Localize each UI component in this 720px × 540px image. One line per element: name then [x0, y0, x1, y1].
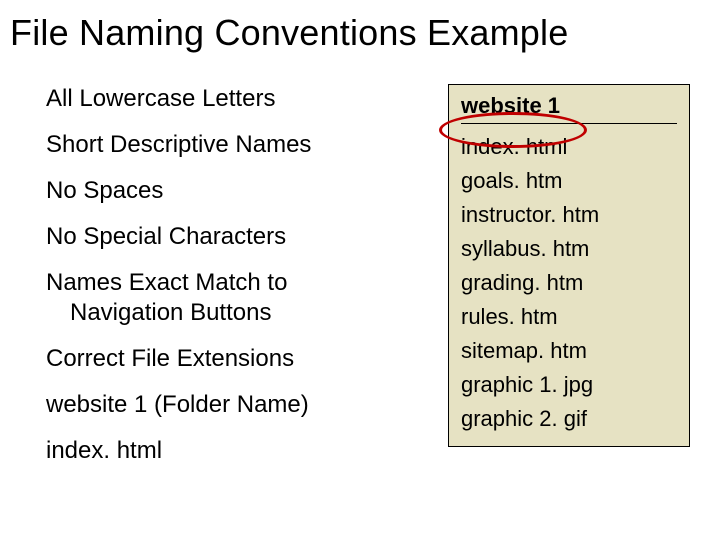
- file-item: graphic 1. jpg: [461, 368, 677, 402]
- file-item: instructor. htm: [461, 198, 677, 232]
- file-item: grading. htm: [461, 266, 677, 300]
- rule-item: Names Exact Match to Navigation Buttons: [46, 268, 448, 328]
- rule-line: Names Exact Match to: [46, 269, 287, 296]
- rules-list: All Lowercase Letters Short Descriptive …: [46, 84, 448, 482]
- rule-item: No Spaces: [46, 176, 448, 206]
- rule-line: Navigation Buttons: [46, 298, 448, 328]
- file-listing-box: website 1 index. html goals. htm instruc…: [448, 84, 690, 447]
- folder-header: website 1: [461, 93, 677, 124]
- file-item: sitemap. htm: [461, 334, 677, 368]
- file-item: goals. htm: [461, 164, 677, 198]
- rule-item: No Special Characters: [46, 222, 448, 252]
- rule-item: website 1 (Folder Name): [46, 390, 448, 420]
- filebox-wrapper: website 1 index. html goals. htm instruc…: [448, 84, 690, 482]
- slide-title: File Naming Conventions Example: [0, 0, 720, 54]
- rule-item: Correct File Extensions: [46, 344, 448, 374]
- file-item: rules. htm: [461, 300, 677, 334]
- file-item: syllabus. htm: [461, 232, 677, 266]
- rule-item: Short Descriptive Names: [46, 130, 448, 160]
- rule-item: index. html: [46, 436, 448, 466]
- rule-item: All Lowercase Letters: [46, 84, 448, 114]
- content-area: All Lowercase Letters Short Descriptive …: [0, 54, 720, 482]
- file-item: graphic 2. gif: [461, 402, 677, 436]
- file-item: index. html: [461, 130, 677, 164]
